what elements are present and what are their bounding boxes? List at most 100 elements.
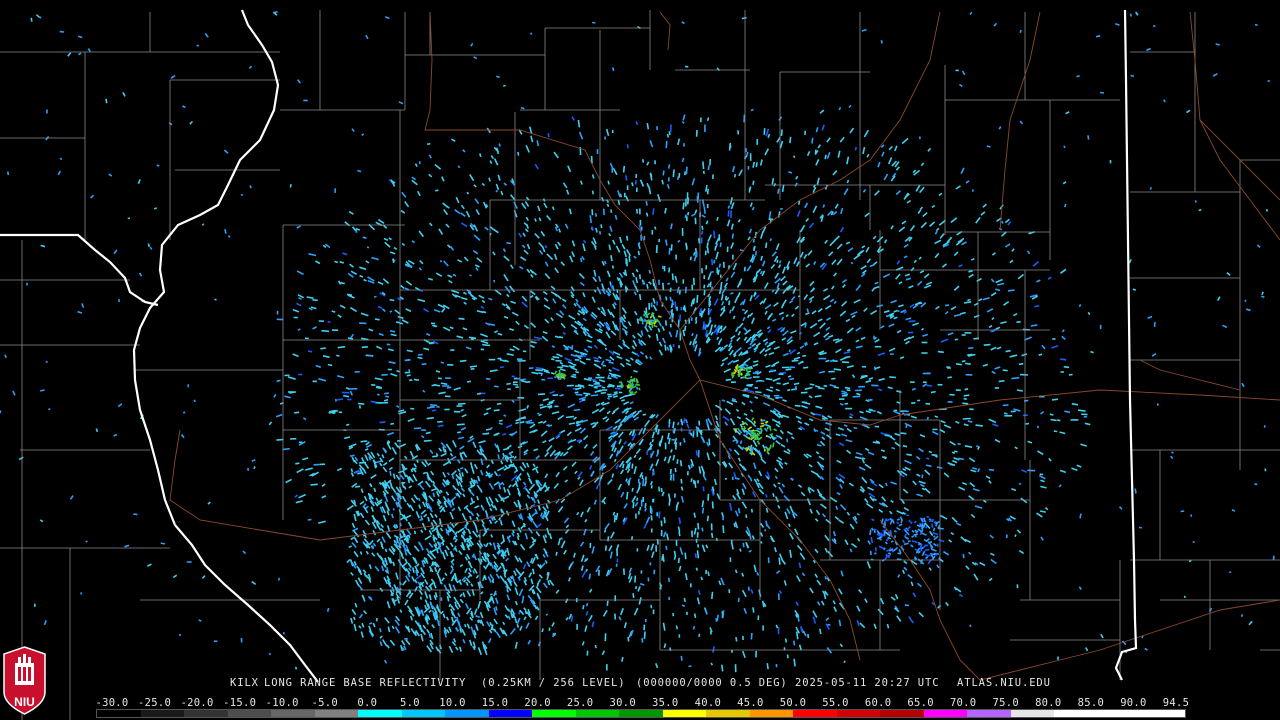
- echo-gate: [432, 492, 436, 498]
- echo-gate: [1261, 291, 1264, 296]
- echo-gate: [756, 440, 761, 445]
- echo-gate: [955, 587, 962, 593]
- echo-gate: [514, 618, 518, 624]
- echo-gate: [988, 324, 993, 329]
- echo-gate: [39, 519, 44, 523]
- echo-gate: [436, 572, 441, 579]
- echo-gate: [503, 572, 507, 578]
- echo-gate: [307, 350, 313, 353]
- echo-gate: [355, 227, 361, 231]
- echo-gate: [896, 510, 904, 515]
- echo-gate: [497, 466, 505, 472]
- echo-gate: [583, 348, 589, 353]
- echo-gate: [715, 617, 718, 622]
- echo-gate: [644, 314, 648, 318]
- echo-gate: [741, 401, 746, 406]
- echo-gate: [625, 175, 628, 181]
- echo-gate: [967, 420, 973, 423]
- echo-gate: [513, 455, 517, 460]
- echo-gate: [485, 542, 489, 548]
- echo-gate: [529, 478, 533, 485]
- echo-gate: [611, 473, 615, 478]
- echo-gate: [455, 627, 459, 632]
- echo-gate: [555, 471, 560, 478]
- echo-gate: [701, 507, 705, 514]
- echo-gate: [454, 547, 458, 552]
- echo-gate: [480, 340, 489, 345]
- echo-gate: [601, 260, 605, 266]
- echo-gate: [877, 352, 886, 357]
- echo-gate: [561, 364, 569, 368]
- echo-gate: [461, 413, 467, 418]
- echo-gate: [911, 530, 915, 533]
- echo-gate: [775, 388, 780, 392]
- echo-gate: [377, 218, 385, 224]
- echo-gate: [995, 278, 1003, 284]
- echo-gate: [833, 606, 838, 612]
- echo-gate: [421, 501, 427, 508]
- echo-gate: [537, 393, 546, 396]
- scale-color-step: [271, 710, 315, 717]
- echo-gate: [912, 592, 917, 598]
- echo-gate: [475, 209, 480, 216]
- echo-gate: [593, 499, 597, 505]
- echo-gate: [1026, 250, 1031, 255]
- echo-gate: [811, 137, 814, 144]
- echo-gate: [522, 232, 526, 237]
- echo-gate: [606, 203, 610, 208]
- echo-gate: [466, 623, 471, 629]
- echo-gate: [685, 419, 688, 424]
- echo-gate: [948, 539, 953, 543]
- echo-gate: [698, 307, 703, 314]
- echo-gate: [457, 165, 461, 169]
- scale-label: -20.0: [180, 697, 214, 709]
- echo-gate: [926, 384, 933, 387]
- echo-gate: [883, 547, 886, 551]
- echo-gate: [571, 345, 574, 350]
- echo-gate: [382, 639, 388, 647]
- echo-gate: [760, 418, 763, 421]
- echo-gate: [801, 572, 806, 577]
- echo-gate: [713, 298, 719, 306]
- echo-gate: [804, 422, 810, 426]
- echo-gate: [431, 409, 436, 412]
- echo-gate: [708, 438, 711, 446]
- echo-gate: [613, 395, 619, 398]
- echo-gate: [493, 470, 499, 477]
- echo-gate: [824, 576, 828, 580]
- echo-gate: [911, 387, 916, 391]
- echo-gate: [568, 422, 576, 425]
- echo-gate: [907, 573, 913, 579]
- echo-gate: [1040, 536, 1044, 541]
- echo-gate: [646, 122, 650, 130]
- echo-gate: [368, 539, 374, 546]
- echo-gate: [438, 391, 446, 395]
- echo-gate: [660, 520, 663, 527]
- echo-gate: [1004, 218, 1010, 224]
- echo-gate: [421, 435, 425, 439]
- echo-gate: [182, 105, 186, 109]
- echo-gate: [634, 501, 639, 507]
- scale-color-step: [97, 710, 141, 717]
- echo-gate: [1011, 248, 1015, 252]
- echo-gate: [505, 557, 509, 562]
- echo-gate: [375, 460, 382, 464]
- echo-gate: [591, 621, 595, 628]
- echo-gate: [798, 427, 803, 431]
- echo-gate: [268, 421, 273, 426]
- echo-gate: [399, 609, 403, 614]
- echo-gate: [801, 404, 808, 409]
- echo-gate: [624, 285, 628, 293]
- echo-gate: [552, 298, 557, 304]
- echo-gate: [846, 511, 851, 516]
- echo-gate: [648, 186, 652, 195]
- echo-gate: [442, 471, 447, 478]
- echo-gate: [943, 424, 952, 429]
- echo-gate: [846, 449, 852, 455]
- echo-gate: [384, 557, 388, 566]
- echo-gate: [475, 614, 480, 618]
- echo-gate: [918, 256, 922, 260]
- reflectivity-echoes: [0, 10, 1275, 673]
- echo-gate: [926, 416, 929, 420]
- echo-gate: [683, 417, 686, 424]
